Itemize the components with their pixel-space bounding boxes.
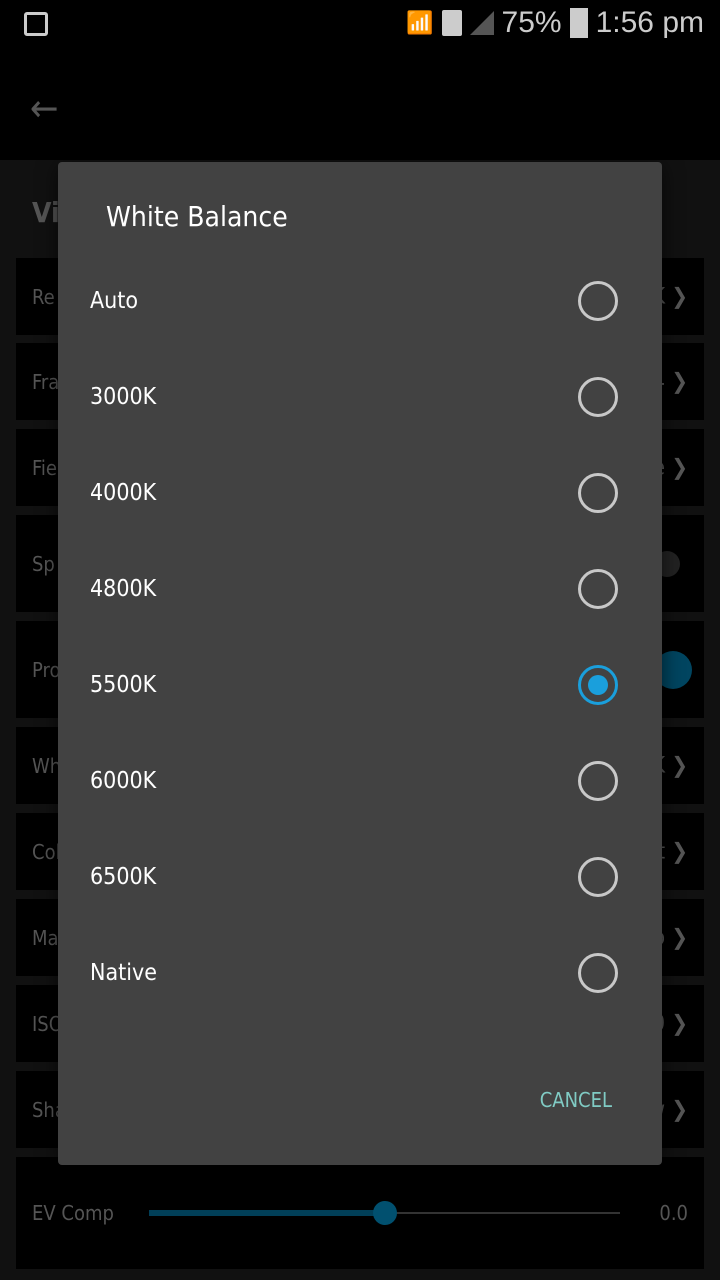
battery-percent: 75% — [501, 6, 562, 39]
radio-button[interactable] — [578, 281, 618, 321]
row-label: Ma — [32, 925, 59, 950]
chevron-right-icon: ❯ — [671, 925, 688, 950]
chevron-right-icon: ❯ — [671, 284, 688, 309]
option-label: 6000K — [90, 768, 157, 794]
chevron-right-icon: ❯ — [671, 369, 688, 394]
option-auto[interactable]: Auto — [58, 253, 662, 349]
option-native[interactable]: Native — [58, 925, 662, 1021]
radio-button[interactable] — [578, 569, 618, 609]
option-5500k[interactable]: 5500K — [58, 637, 662, 733]
option-4800k[interactable]: 4800K — [58, 541, 662, 637]
white-balance-dialog: White Balance Auto 3000K 4000K 4800K 5500K 60… — [58, 162, 662, 1165]
chevron-right-icon: ❯ — [671, 455, 688, 480]
row-label: Sp — [32, 551, 55, 576]
option-4000k[interactable]: 4000K — [58, 445, 662, 541]
chevron-right-icon: ❯ — [671, 1011, 688, 1036]
ev-comp-row: EV Comp 0.0 — [16, 1157, 704, 1269]
ev-slider-fill — [149, 1210, 384, 1216]
chevron-right-icon: ❯ — [671, 1097, 688, 1122]
back-arrow-icon[interactable]: ← — [30, 86, 59, 130]
row-label: Re — [32, 284, 55, 309]
signal-icon — [469, 11, 494, 35]
dialog-title: White Balance — [106, 200, 288, 233]
cancel-button[interactable]: CANCEL — [540, 1088, 612, 1112]
option-6500k[interactable]: 6500K — [58, 829, 662, 925]
row-label: Col — [32, 839, 61, 864]
battery-icon — [569, 8, 588, 38]
clock: 1:56 pm — [595, 6, 704, 39]
ev-comp-value: 0.0 — [659, 1201, 688, 1225]
option-label: 4000K — [90, 480, 157, 506]
row-label: Fie — [32, 455, 57, 480]
option-label: Native — [90, 960, 157, 986]
option-label: 5500K — [90, 672, 157, 698]
ev-comp-label: EV Comp — [32, 1201, 114, 1225]
option-3000k[interactable]: 3000K — [58, 349, 662, 445]
option-label: Auto — [90, 288, 139, 314]
status-bar: 📶 75% 1:56 pm — [0, 0, 720, 50]
radio-button[interactable] — [578, 665, 618, 705]
sim-icon — [441, 10, 462, 36]
option-label: 6500K — [90, 864, 157, 890]
app-bar: ← — [0, 50, 720, 160]
ev-slider-thumb[interactable] — [373, 1201, 397, 1225]
row-label: Pro — [32, 657, 61, 682]
radio-button[interactable] — [578, 953, 618, 993]
radio-button[interactable] — [578, 377, 618, 417]
radio-button[interactable] — [578, 761, 618, 801]
gallery-notification-icon — [24, 12, 48, 36]
radio-button[interactable] — [578, 473, 618, 513]
option-label: 3000K — [90, 384, 157, 410]
option-6000k[interactable]: 6000K — [58, 733, 662, 829]
radio-button[interactable] — [578, 857, 618, 897]
row-label: Wh — [32, 753, 62, 778]
row-label: Fra — [32, 369, 60, 394]
chevron-right-icon: ❯ — [671, 753, 688, 778]
section-title: Vi — [32, 196, 60, 229]
chevron-right-icon: ❯ — [671, 839, 688, 864]
option-label: 4800K — [90, 576, 157, 602]
wifi-icon: 📶 — [406, 10, 434, 35]
